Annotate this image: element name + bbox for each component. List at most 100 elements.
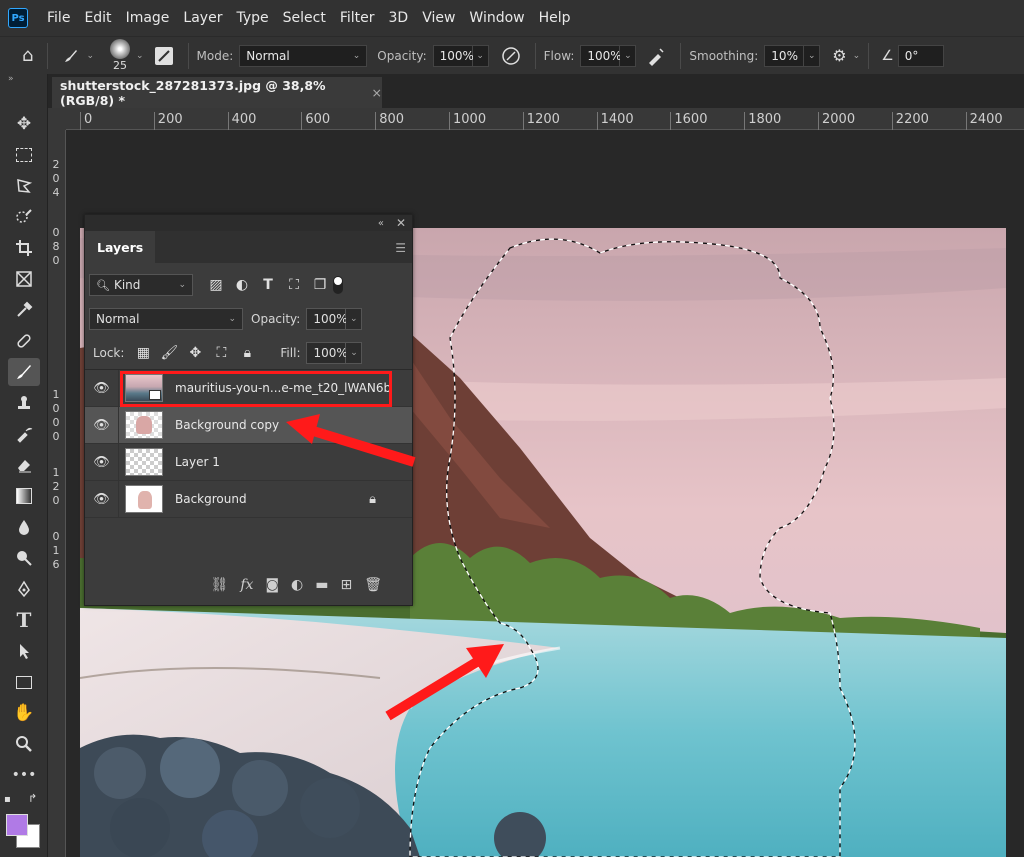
pressure-opacity-icon[interactable] bbox=[501, 46, 521, 66]
pixel-layer-filter-icon[interactable]: ▨ bbox=[203, 277, 229, 293]
expand-toolbar-icon[interactable]: » bbox=[8, 74, 14, 84]
brush-preset-icon[interactable] bbox=[62, 47, 80, 65]
vertical-ruler[interactable]: 2040801000120016 bbox=[48, 130, 66, 857]
foreground-color-swatch[interactable] bbox=[6, 814, 28, 836]
brush-settings-icon[interactable] bbox=[154, 46, 174, 66]
menu-select[interactable]: Select bbox=[276, 10, 333, 26]
smoothing-input[interactable]: 10% bbox=[764, 44, 805, 67]
swap-colors-icon[interactable]: ↱ bbox=[28, 792, 37, 805]
layer-row-background[interactable]: 👁︎ Background 🔒︎ bbox=[85, 480, 412, 518]
adjustment-layer-filter-icon[interactable]: ◐ bbox=[229, 277, 255, 293]
marquee-tool-icon[interactable] bbox=[8, 141, 40, 169]
chevron-down-icon[interactable]: ⌄ bbox=[136, 51, 144, 61]
airbrush-icon[interactable] bbox=[646, 46, 666, 66]
pen-tool-icon[interactable] bbox=[8, 575, 40, 603]
default-colors-icon[interactable]: ▪ bbox=[4, 794, 11, 805]
layer-row-layer-1[interactable]: 👁︎ Layer 1 bbox=[85, 443, 412, 481]
lock-transparent-pixels-icon[interactable]: ▦ bbox=[130, 345, 156, 361]
menu-help[interactable]: Help bbox=[532, 10, 578, 26]
layer-opacity-dropdown-button[interactable]: ⌄ bbox=[346, 308, 363, 330]
eraser-tool-icon[interactable] bbox=[8, 451, 40, 479]
menu-file[interactable]: File bbox=[40, 10, 77, 26]
chevron-down-icon[interactable]: ⌄ bbox=[86, 51, 94, 61]
brush-size-picker[interactable]: 25 bbox=[109, 39, 130, 72]
visibility-eye-icon[interactable]: 👁︎ bbox=[85, 443, 119, 481]
lock-image-pixels-icon[interactable]: 🖌︎ bbox=[156, 345, 182, 361]
lasso-tool-icon[interactable] bbox=[8, 172, 40, 200]
link-layers-icon[interactable]: ⛓︎ bbox=[211, 577, 229, 593]
flow-dropdown-button[interactable]: ⌄ bbox=[620, 44, 637, 67]
healing-brush-tool-icon[interactable] bbox=[8, 327, 40, 355]
layer-name[interactable]: mauritius-you-n...e-me_t20_lWAN6b bbox=[175, 381, 391, 395]
fill-dropdown-button[interactable]: ⌄ bbox=[346, 341, 363, 364]
layer-row-background-copy[interactable]: 👁︎ Background copy bbox=[85, 406, 412, 444]
visibility-eye-icon[interactable]: 👁︎ bbox=[85, 406, 119, 444]
menu-3d[interactable]: 3D bbox=[382, 10, 416, 26]
rectangle-tool-icon[interactable] bbox=[8, 668, 40, 696]
history-brush-tool-icon[interactable] bbox=[8, 420, 40, 448]
crop-tool-icon[interactable] bbox=[8, 234, 40, 262]
blend-mode-dropdown[interactable]: Normal ⌄ bbox=[89, 308, 243, 330]
opacity-input[interactable]: 100% bbox=[432, 44, 474, 67]
move-tool-icon[interactable]: ✥ bbox=[8, 110, 40, 138]
smart-object-filter-icon[interactable]: ❐ bbox=[307, 277, 333, 293]
visibility-eye-icon[interactable]: 👁︎ bbox=[85, 369, 119, 407]
collapse-panel-icon[interactable]: « bbox=[378, 218, 384, 229]
gear-icon[interactable]: ⚙ bbox=[832, 46, 846, 65]
fill-input[interactable]: 100% bbox=[306, 341, 348, 364]
document-tab[interactable]: shutterstock_287281373.jpg @ 38,8% (RGB/… bbox=[52, 77, 382, 108]
opacity-dropdown-button[interactable]: ⌄ bbox=[472, 44, 489, 67]
visibility-eye-icon[interactable]: 👁︎ bbox=[85, 480, 119, 518]
flow-input[interactable]: 100% bbox=[580, 44, 622, 67]
new-group-folder-icon[interactable]: ▬ bbox=[315, 577, 328, 593]
mode-dropdown[interactable]: Normal ⌄ bbox=[239, 44, 368, 67]
zoom-tool-icon[interactable] bbox=[8, 730, 40, 758]
edit-toolbar-icon[interactable]: ••• bbox=[8, 761, 40, 789]
frame-tool-icon[interactable] bbox=[8, 265, 40, 293]
gradient-tool-icon[interactable] bbox=[8, 482, 40, 510]
lock-artboard-icon[interactable]: ⛶ bbox=[208, 345, 234, 361]
adjustment-layer-icon[interactable]: ◐ bbox=[291, 577, 303, 593]
lock-position-icon[interactable]: ✥ bbox=[182, 345, 208, 361]
layer-opacity-input[interactable]: 100% bbox=[306, 308, 348, 330]
type-layer-filter-icon[interactable]: T bbox=[255, 277, 281, 293]
type-tool-icon[interactable]: T bbox=[8, 606, 40, 634]
delete-layer-trash-icon[interactable]: 🗑︎ bbox=[364, 577, 382, 593]
brush-tool-icon[interactable] bbox=[8, 358, 40, 386]
chevron-down-icon[interactable]: ⌄ bbox=[853, 51, 861, 61]
close-icon[interactable]: × bbox=[372, 85, 382, 100]
tab-layers[interactable]: Layers bbox=[85, 231, 156, 263]
layer-style-fx-icon[interactable]: fx bbox=[240, 577, 253, 593]
eyedropper-tool-icon[interactable] bbox=[8, 296, 40, 324]
menu-image[interactable]: Image bbox=[119, 10, 177, 26]
close-icon[interactable]: ✕ bbox=[396, 216, 406, 230]
layer-name[interactable]: Background bbox=[175, 492, 247, 506]
layer-name[interactable]: Layer 1 bbox=[175, 455, 220, 469]
new-layer-icon[interactable]: ⊞ bbox=[340, 577, 352, 593]
menu-view[interactable]: View bbox=[415, 10, 462, 26]
shape-layer-filter-icon[interactable]: ⛶ bbox=[281, 277, 307, 293]
dodge-tool-icon[interactable] bbox=[8, 544, 40, 572]
filter-toggle[interactable] bbox=[333, 276, 343, 294]
quick-selection-tool-icon[interactable] bbox=[8, 203, 40, 231]
clone-stamp-tool-icon[interactable] bbox=[8, 389, 40, 417]
blur-tool-icon[interactable] bbox=[8, 513, 40, 541]
horizontal-ruler[interactable]: 0 200 400 600 800 1000 1200 1400 1600 1800 2000 220… bbox=[66, 108, 1024, 130]
hand-tool-icon[interactable]: ✋ bbox=[8, 699, 40, 727]
layer-name[interactable]: Background copy bbox=[175, 418, 279, 432]
menu-filter[interactable]: Filter bbox=[333, 10, 382, 26]
home-icon[interactable]: ⌂ bbox=[22, 45, 33, 66]
menu-window[interactable]: Window bbox=[462, 10, 531, 26]
angle-input[interactable]: 0° bbox=[897, 44, 944, 67]
menu-type[interactable]: Type bbox=[229, 10, 275, 26]
photoshop-logo[interactable]: Ps bbox=[8, 8, 28, 28]
lock-all-icon[interactable]: 🔒︎ bbox=[234, 345, 260, 361]
smoothing-dropdown-button[interactable]: ⌄ bbox=[804, 44, 821, 67]
layer-row-mauritius[interactable]: 👁︎ mauritius-you-n...e-me_t20_lWAN6b bbox=[85, 369, 412, 407]
menu-layer[interactable]: Layer bbox=[176, 10, 229, 26]
kind-filter-dropdown[interactable]: 🔍︎ Kind ⌄ bbox=[89, 274, 193, 296]
panel-menu-icon[interactable]: ☰ bbox=[395, 241, 406, 255]
menu-edit[interactable]: Edit bbox=[77, 10, 118, 26]
add-mask-icon[interactable]: ◙ bbox=[265, 577, 279, 593]
path-selection-tool-icon[interactable] bbox=[8, 637, 40, 665]
